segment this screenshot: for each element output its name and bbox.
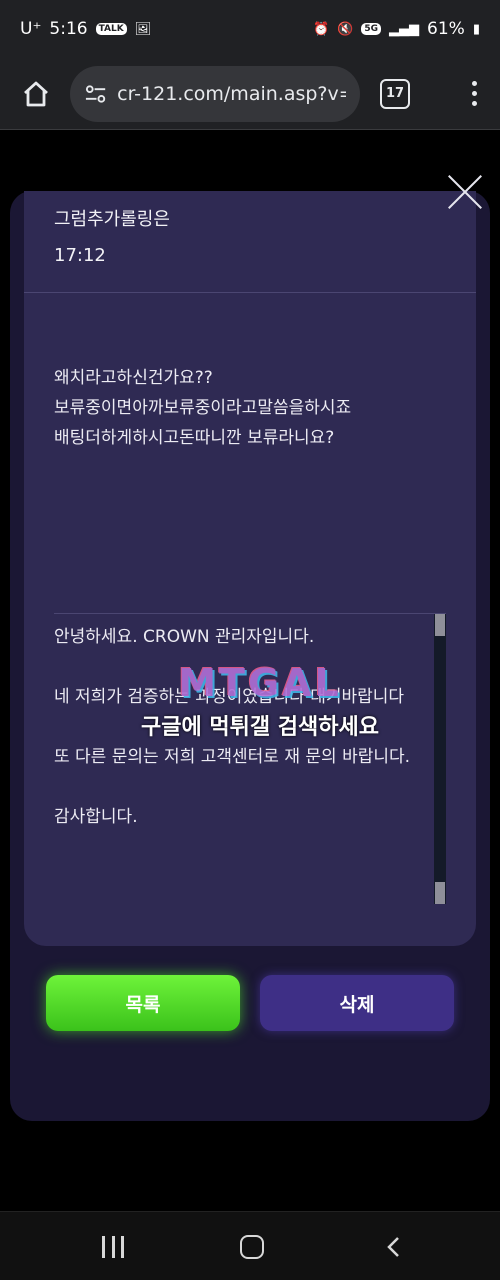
scroll-up-arrow[interactable] <box>435 614 445 636</box>
reply-box[interactable]: 안녕하세요. CROWN 관리자입니다. 네 저희가 검증하는 과정이였습니다 … <box>54 613 446 904</box>
clock: 5:16 <box>49 19 88 39</box>
address-bar[interactable]: cr-121.com/main.asp?v= <box>70 65 360 122</box>
carrier-label: U⁺ <box>20 19 42 39</box>
reply-line: 안녕하세요. CROWN 관리자입니다. <box>54 627 315 647</box>
post-line: 왜치라고하신건가요?? <box>54 368 213 388</box>
recent-apps-icon[interactable] <box>102 1236 124 1258</box>
home-icon <box>24 81 48 106</box>
status-bar: U⁺ 5:16 TALK 🖼 ⏰ 🔇 5G ▂▄▆ 61% ▮ <box>0 0 500 58</box>
talk-notification-icon: TALK <box>95 23 127 35</box>
post-line: 보류중이면아까보류중이라고말씀을하시죠 <box>54 398 352 418</box>
watermark-text: 구글에 먹튀갤 검색하세요 <box>141 715 379 740</box>
navigation-bar <box>0 1211 500 1280</box>
alarm-icon: ⏰ <box>313 21 330 37</box>
watermark: MTGAL 구글에 먹튀갤 검색하세요 <box>110 661 410 741</box>
tune-icon[interactable] <box>84 82 107 106</box>
scroll-down-arrow[interactable] <box>435 882 445 904</box>
reply-line: 감사합니다. <box>54 807 138 827</box>
battery-icon: ▮ <box>472 21 480 37</box>
image-notification-icon: 🖼 <box>134 21 152 37</box>
reply-scrollbar[interactable] <box>434 614 446 904</box>
reply-line: 또 다른 문의는 저희 고객센터로 재 문의 바랍니다. <box>54 747 411 767</box>
more-vert-icon[interactable] <box>462 72 486 116</box>
watermark-logo: MTGAL <box>178 661 342 705</box>
post-title: 그럼추가롤링은 <box>54 209 170 230</box>
browser-toolbar: cr-121.com/main.asp?v= 17 <box>0 58 500 130</box>
page-content: 그럼추가롤링은 17:12 왜치라고하신건가요?? 보류중이면아까보류중이라고말… <box>0 131 500 1211</box>
close-icon[interactable] <box>446 173 484 211</box>
signal-icon: ▂▄▆ <box>389 21 420 37</box>
home-nav-icon[interactable] <box>240 1235 264 1259</box>
post-time: 17:12 <box>54 245 106 266</box>
tab-switcher-button[interactable]: 17 <box>380 78 410 109</box>
mute-icon: 🔇 <box>337 21 354 37</box>
post-header: 그럼추가롤링은 17:12 <box>24 191 476 293</box>
battery-level: 61% <box>427 19 465 39</box>
delete-button[interactable]: 삭제 <box>260 975 454 1031</box>
post-body: 왜치라고하신건가요?? 보류중이면아까보류중이라고말씀을하시죠 배팅더하게하시고… <box>54 363 351 453</box>
url-text: cr-121.com/main.asp?v= <box>117 82 346 105</box>
network-5g-icon: 5G <box>361 23 382 35</box>
list-button[interactable]: 목록 <box>46 975 240 1031</box>
post-card: 그럼추가롤링은 17:12 왜치라고하신건가요?? 보류중이면아까보류중이라고말… <box>24 191 476 946</box>
post-line: 배팅더하게하시고돈따니깐 보류라니요? <box>54 428 335 448</box>
home-button[interactable] <box>14 72 58 116</box>
back-icon[interactable] <box>384 1236 406 1258</box>
